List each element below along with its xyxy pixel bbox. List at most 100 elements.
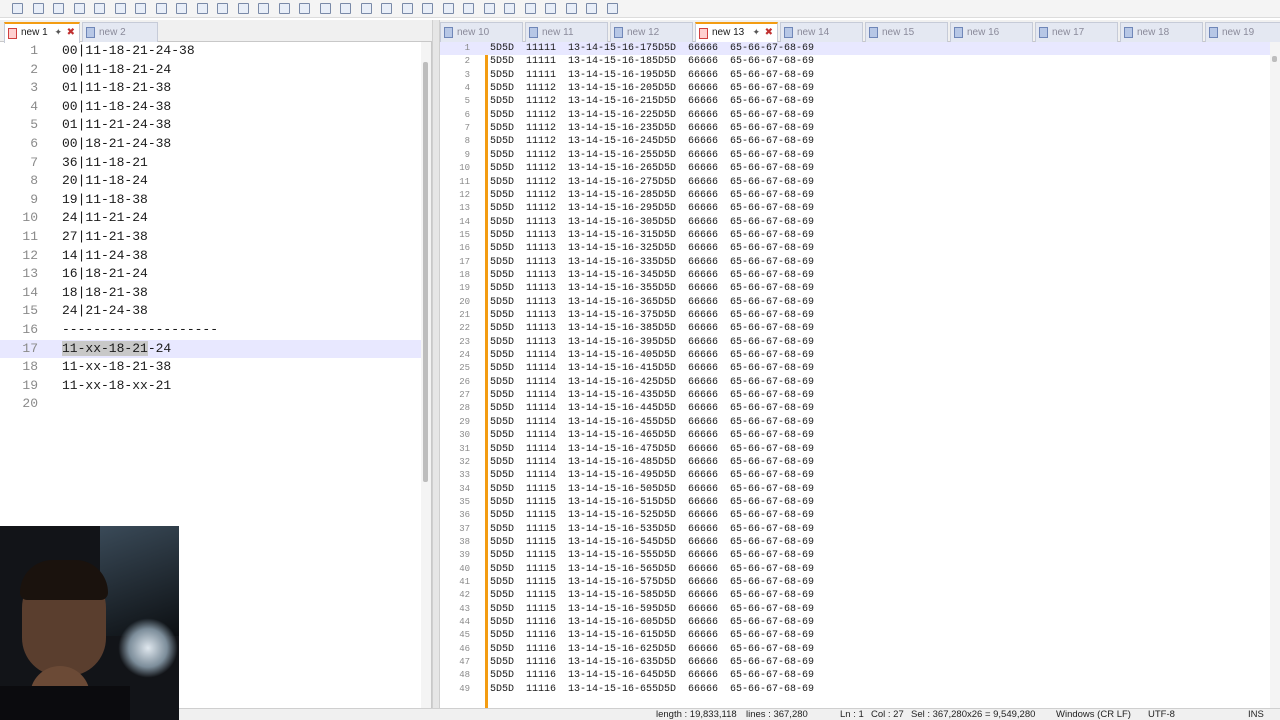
- editor-line[interactable]: 32 5D5D 11114 13-14-15-16-485D5D 66666 65…: [440, 456, 1280, 469]
- tab-new-16[interactable]: new 16: [950, 22, 1033, 42]
- editor-line[interactable]: 22 5D5D 11113 13-14-15-16-385D5D 66666 65…: [440, 322, 1280, 335]
- editor-line[interactable]: 7 5D5D 11112 13-14-15-16-235D5D 66666 65-…: [440, 122, 1280, 135]
- right-scroll-thumb[interactable]: [1272, 56, 1277, 62]
- editor-line[interactable]: 27 5D5D 11114 13-14-15-16-435D5D 66666 65…: [440, 389, 1280, 402]
- editor-line[interactable]: 16 --------------------: [0, 321, 431, 340]
- editor-line[interactable]: 49 5D5D 11116 13-14-15-16-655D5D 66666 65…: [440, 683, 1280, 696]
- editor-line[interactable]: 34 5D5D 11115 13-14-15-16-505D5D 66666 65…: [440, 483, 1280, 496]
- editor-line[interactable]: 12 14|11-24-38: [0, 247, 431, 266]
- find-icon[interactable]: [258, 3, 269, 14]
- editor-line[interactable]: 47 5D5D 11116 13-14-15-16-635D5D 66666 65…: [440, 656, 1280, 669]
- close-all-icon[interactable]: [114, 3, 126, 14]
- pin-icon[interactable]: ✦: [752, 27, 760, 38]
- editor-line[interactable]: 28 5D5D 11114 13-14-15-16-445D5D 66666 65…: [440, 402, 1280, 415]
- editor-line[interactable]: 2 5D5D 11111 13-14-15-16-185D5D 66666 65-…: [440, 55, 1280, 68]
- tab-new-10[interactable]: new 10: [440, 22, 523, 42]
- editor-line[interactable]: 33 5D5D 11114 13-14-15-16-495D5D 66666 65…: [440, 469, 1280, 482]
- pin-icon[interactable]: ✦: [54, 27, 62, 38]
- editor-line[interactable]: 29 5D5D 11114 13-14-15-16-455D5D 66666 65…: [440, 416, 1280, 429]
- editor-line[interactable]: 9 19|11-18-38: [0, 191, 431, 210]
- editor-line[interactable]: 43 5D5D 11115 13-14-15-16-595D5D 66666 65…: [440, 603, 1280, 616]
- editor-line[interactable]: 8 5D5D 11112 13-14-15-16-245D5D 66666 65-…: [440, 135, 1280, 148]
- folder-workspace-icon[interactable]: [483, 3, 495, 14]
- editor-line[interactable]: 5 5D5D 11112 13-14-15-16-215D5D 66666 65-…: [440, 95, 1280, 108]
- play-macro-icon[interactable]: [565, 3, 577, 14]
- tab-new-12[interactable]: new 12: [610, 22, 693, 42]
- indent-guide-icon[interactable]: [422, 3, 433, 14]
- editor-line[interactable]: 40 5D5D 11115 13-14-15-16-565D5D 66666 65…: [440, 563, 1280, 576]
- editor-line[interactable]: 38 5D5D 11115 13-14-15-16-545D5D 66666 65…: [440, 536, 1280, 549]
- editor-line[interactable]: 42 5D5D 11115 13-14-15-16-585D5D 66666 65…: [440, 589, 1280, 602]
- editor-line[interactable]: 24 5D5D 11114 13-14-15-16-405D5D 66666 65…: [440, 349, 1280, 362]
- editor-line[interactable]: 15 24|21-24-38: [0, 302, 431, 321]
- editor-line[interactable]: 3 5D5D 11111 13-14-15-16-195D5D 66666 65-…: [440, 69, 1280, 82]
- open-icon[interactable]: [32, 3, 44, 14]
- editor-line[interactable]: 11 5D5D 11112 13-14-15-16-275D5D 66666 65…: [440, 176, 1280, 189]
- editor-line[interactable]: 13 5D5D 11112 13-14-15-16-295D5D 66666 65…: [440, 202, 1280, 215]
- left-scroll-thumb[interactable]: [423, 62, 428, 482]
- zoom-in-icon[interactable]: [299, 3, 310, 14]
- editor-line[interactable]: 12 5D5D 11112 13-14-15-16-285D5D 66666 65…: [440, 189, 1280, 202]
- tab-new-1[interactable]: new 1 ✦ ✖: [4, 22, 80, 43]
- editor-line[interactable]: 39 5D5D 11115 13-14-15-16-555D5D 66666 65…: [440, 549, 1280, 562]
- left-vertical-scrollbar[interactable]: [421, 42, 431, 708]
- record-macro-icon[interactable]: [524, 3, 536, 14]
- cut-icon[interactable]: [155, 3, 167, 14]
- right-editor[interactable]: 1 5D5D 11111 13-14-15-16-175D5D 66666 65-…: [440, 42, 1280, 708]
- copy-icon[interactable]: [176, 3, 187, 14]
- save-icon[interactable]: [53, 3, 64, 14]
- editor-line[interactable]: 10 24|11-21-24: [0, 209, 431, 228]
- editor-line[interactable]: 20 5D5D 11113 13-14-15-16-365D5D 66666 65…: [440, 296, 1280, 309]
- editor-line[interactable]: 10 5D5D 11112 13-14-15-16-265D5D 66666 65…: [440, 162, 1280, 175]
- editor-line[interactable]: 13 16|18-21-24: [0, 265, 431, 284]
- editor-line[interactable]: 35 5D5D 11115 13-14-15-16-515D5D 66666 65…: [440, 496, 1280, 509]
- editor-line[interactable]: 14 18|18-21-38: [0, 284, 431, 303]
- editor-line[interactable]: 31 5D5D 11114 13-14-15-16-475D5D 66666 65…: [440, 443, 1280, 456]
- editor-line[interactable]: 36 5D5D 11115 13-14-15-16-525D5D 66666 65…: [440, 509, 1280, 522]
- word-wrap-icon[interactable]: [381, 3, 392, 14]
- function-list-icon[interactable]: [463, 3, 474, 14]
- editor-line[interactable]: 37 5D5D 11115 13-14-15-16-535D5D 66666 65…: [440, 523, 1280, 536]
- undo-icon[interactable]: [217, 3, 228, 14]
- close-icon[interactable]: ✖: [765, 27, 773, 38]
- zoom-out-icon[interactable]: [319, 3, 331, 14]
- tab-new-18[interactable]: new 18: [1120, 22, 1203, 42]
- tab-new-19[interactable]: new 19: [1205, 22, 1280, 42]
- editor-line[interactable]: 4 00|11-18-24-38: [0, 98, 431, 117]
- tab-new-11[interactable]: new 11: [525, 22, 608, 42]
- save-all-icon[interactable]: [73, 3, 85, 14]
- editor-line[interactable]: 15 5D5D 11113 13-14-15-16-315D5D 66666 65…: [440, 229, 1280, 242]
- editor-line[interactable]: 19 5D5D 11113 13-14-15-16-355D5D 66666 65…: [440, 282, 1280, 295]
- status-eol[interactable]: Windows (CR LF): [1056, 709, 1131, 720]
- editor-line[interactable]: 26 5D5D 11114 13-14-15-16-425D5D 66666 65…: [440, 376, 1280, 389]
- close-icon[interactable]: [94, 3, 105, 14]
- status-encoding[interactable]: UTF-8: [1148, 709, 1175, 720]
- close-icon[interactable]: ✖: [67, 27, 75, 38]
- tab-new-15[interactable]: new 15: [865, 22, 948, 42]
- sync-horizontal-icon[interactable]: [360, 3, 372, 14]
- editor-line[interactable]: 3 01|11-18-21-38: [0, 79, 431, 98]
- editor-line[interactable]: 8 20|11-18-24: [0, 172, 431, 191]
- editor-line[interactable]: 1 00|11-18-21-24-38: [0, 42, 431, 61]
- redo-icon[interactable]: [237, 3, 249, 14]
- editor-line[interactable]: 30 5D5D 11114 13-14-15-16-465D5D 66666 65…: [440, 429, 1280, 442]
- editor-line[interactable]: 17 11-xx-18-21-24: [0, 339, 431, 359]
- editor-line[interactable]: 23 5D5D 11113 13-14-15-16-395D5D 66666 65…: [440, 336, 1280, 349]
- doc-map-icon[interactable]: [442, 3, 454, 14]
- editor-line[interactable]: 9 5D5D 11112 13-14-15-16-255D5D 66666 65-…: [440, 149, 1280, 162]
- editor-line[interactable]: 46 5D5D 11116 13-14-15-16-625D5D 66666 65…: [440, 643, 1280, 656]
- show-all-chars-icon[interactable]: [401, 3, 413, 14]
- editor-line[interactable]: 7 36|11-18-21: [0, 154, 431, 173]
- editor-line[interactable]: 2 00|11-18-21-24: [0, 61, 431, 80]
- status-mode[interactable]: INS: [1248, 709, 1264, 720]
- editor-line[interactable]: 25 5D5D 11114 13-14-15-16-415D5D 66666 65…: [440, 362, 1280, 375]
- editor-line[interactable]: 19 11-xx-18-xx-21: [0, 377, 431, 396]
- save-macro-icon[interactable]: [606, 3, 618, 14]
- replace-icon[interactable]: [278, 3, 290, 14]
- stop-macro-icon[interactable]: [545, 3, 556, 14]
- editor-line[interactable]: 18 5D5D 11113 13-14-15-16-345D5D 66666 65…: [440, 269, 1280, 282]
- pane-splitter[interactable]: [432, 20, 440, 708]
- editor-line[interactable]: 1 5D5D 11111 13-14-15-16-175D5D 66666 65-…: [440, 42, 1280, 56]
- editor-line[interactable]: 14 5D5D 11113 13-14-15-16-305D5D 66666 65…: [440, 216, 1280, 229]
- print-icon[interactable]: [135, 3, 146, 14]
